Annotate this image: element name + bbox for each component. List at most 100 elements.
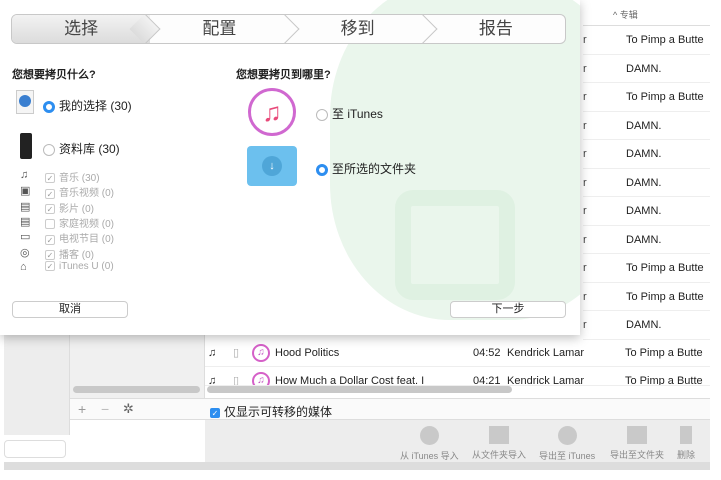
artist-fragment: r [583, 290, 587, 303]
music-note-icon: ♫ [20, 169, 29, 181]
table-row[interactable]: r To Pimp a Butte [583, 26, 710, 55]
artist-fragment: r [583, 319, 587, 331]
gear-icon[interactable]: ✲ [123, 401, 134, 417]
table-row[interactable]: r To Pimp a Butte [583, 83, 710, 112]
checkbox-icon: ✓ [45, 261, 55, 272]
add-button[interactable]: + [78, 401, 86, 417]
table-row[interactable]: r DAMN. [583, 140, 710, 169]
checkbox-icon: ✓ [45, 249, 55, 260]
table-row[interactable]: r DAMN. [583, 226, 710, 254]
list-controls-bar: + − ✲ ✓ 仅显示可转移的媒体 [70, 398, 710, 420]
filter-label: 仅显示可转移的媒体 [224, 405, 333, 419]
table-row[interactable]: r DAMN. [583, 311, 710, 340]
status-bar [4, 462, 710, 470]
table-row[interactable]: ♫ ▯ ♫ How Much a Dollar Cost feat. I 04:… [205, 367, 710, 386]
export-to-folder-button[interactable]: 导出至文件夹 [610, 426, 664, 461]
album-cell: DAMN. [626, 62, 662, 75]
dest-folder[interactable]: 至所选的文件夹 [316, 160, 416, 177]
what-heading: 您想要拷贝什么? [12, 69, 96, 81]
label: iTunes U (0) [59, 260, 114, 272]
track-album: To Pimp a Butte [625, 375, 703, 386]
device-icon [20, 133, 32, 159]
checkbox-icon: ✓ [45, 188, 55, 199]
graduation-cap-icon: ⌂ [20, 260, 27, 273]
source-my-selection[interactable]: 我的选择 (30) [43, 97, 132, 114]
artist-fragment: r [583, 176, 587, 189]
album-cell: DAMN. [626, 319, 662, 331]
export-to-itunes-button[interactable]: 导出至 iTunes [539, 426, 595, 462]
music-note-icon: ♫ [208, 347, 217, 359]
track-time: 04:52 [473, 347, 501, 359]
label: 我的选择 (30) [59, 99, 132, 113]
artist-fragment: r [583, 119, 587, 132]
artist-fragment: r [583, 91, 587, 103]
artist-fragment: r [583, 34, 587, 46]
album-cell: DAMN. [626, 119, 662, 132]
track-album: To Pimp a Butte [625, 347, 703, 359]
table-row[interactable]: r To Pimp a Butte [583, 283, 710, 311]
watermark-logo [395, 190, 515, 300]
tv-icon: ▭ [20, 231, 31, 244]
label: 至所选的文件夹 [332, 162, 417, 176]
table-row[interactable]: r DAMN. [583, 55, 710, 83]
trash-icon [680, 426, 692, 444]
table-row[interactable]: r DAMN. [583, 197, 710, 226]
table-row[interactable]: ♫ ▯ ♫ Hood Politics 04:52 Kendrick Lamar… [205, 339, 710, 367]
itunes-icon: ♫ [248, 88, 296, 136]
remove-button[interactable]: − [101, 401, 109, 417]
sort-up-icon: ^ [613, 10, 620, 20]
radio-icon [43, 143, 55, 156]
label: 音乐 (30) [59, 173, 100, 184]
itunes-icon: ♫ [252, 339, 270, 366]
table-row[interactable]: r To Pimp a Butte [583, 254, 710, 283]
track-artist: Kendrick Lamar [507, 375, 585, 386]
label: 资料库 (30) [59, 142, 120, 156]
device-icon: ▯ [233, 347, 240, 359]
album-column-header[interactable]: ^ 专辑 [583, 0, 710, 26]
radio-icon [316, 163, 328, 176]
label: 导出至文件夹 [610, 450, 665, 460]
import-from-itunes-button[interactable]: 从 iTunes 导入 [400, 426, 459, 462]
step-select: 选择 [12, 15, 151, 43]
itunes-icon: ♫ [252, 367, 270, 385]
checkbox-icon [45, 219, 55, 230]
step-report: 报告 [478, 19, 513, 38]
track-title: Hood Politics [275, 347, 340, 359]
source-library[interactable]: 资料库 (30) [43, 140, 120, 157]
album-cell: DAMN. [626, 233, 662, 246]
filter-checkbox[interactable]: ✓ 仅显示可转移的媒体 [210, 403, 332, 420]
label: 电视节目 (0) [59, 234, 114, 246]
table-row[interactable]: r DAMN. [583, 112, 710, 140]
album-cell: DAMN. [626, 148, 662, 160]
sidebar [4, 330, 70, 435]
toolbar: 从 iTunes 导入 从文件夹导入 导出至 iTunes 导出至文件夹 删除 [205, 420, 710, 465]
device-icon: ▯ [233, 375, 240, 386]
itunes-icon [419, 426, 439, 445]
checkbox-icon: ✓ [45, 234, 55, 245]
sidebar-scrollbar[interactable] [73, 386, 200, 393]
album-cell: To Pimp a Butte [626, 290, 704, 303]
step-configure: 配置 [150, 15, 288, 43]
folder-icon: ↓ [247, 146, 297, 186]
album-cell: To Pimp a Butte [626, 262, 704, 274]
step-transfer: 移到 [289, 15, 427, 43]
dest-itunes[interactable]: 至 iTunes [316, 105, 383, 122]
label: 从文件夹导入 [472, 450, 527, 460]
film-icon: ▤ [20, 200, 31, 213]
music-video-icon: ▣ [20, 185, 31, 198]
wizard-steps: 选择 配置 移到 报告 [11, 14, 566, 44]
track-title: How Much a Dollar Cost feat. I [275, 375, 425, 386]
artist-fragment: r [583, 148, 587, 160]
album-cell: To Pimp a Butte [626, 34, 704, 46]
itunes-icon [557, 426, 577, 445]
artist-fragment: r [583, 62, 587, 75]
radio-icon [316, 108, 328, 121]
table-row[interactable]: r DAMN. [583, 169, 710, 197]
next-button[interactable]: 下一步 [450, 301, 566, 318]
album-cell: DAMN. [626, 176, 662, 189]
table-scrollbar[interactable] [207, 386, 512, 393]
delete-button[interactable]: 删除 [677, 426, 695, 461]
search-input[interactable] [4, 440, 66, 458]
cancel-button[interactable]: 取消 [12, 301, 128, 318]
import-from-folder-button[interactable]: 从文件夹导入 [472, 426, 526, 461]
